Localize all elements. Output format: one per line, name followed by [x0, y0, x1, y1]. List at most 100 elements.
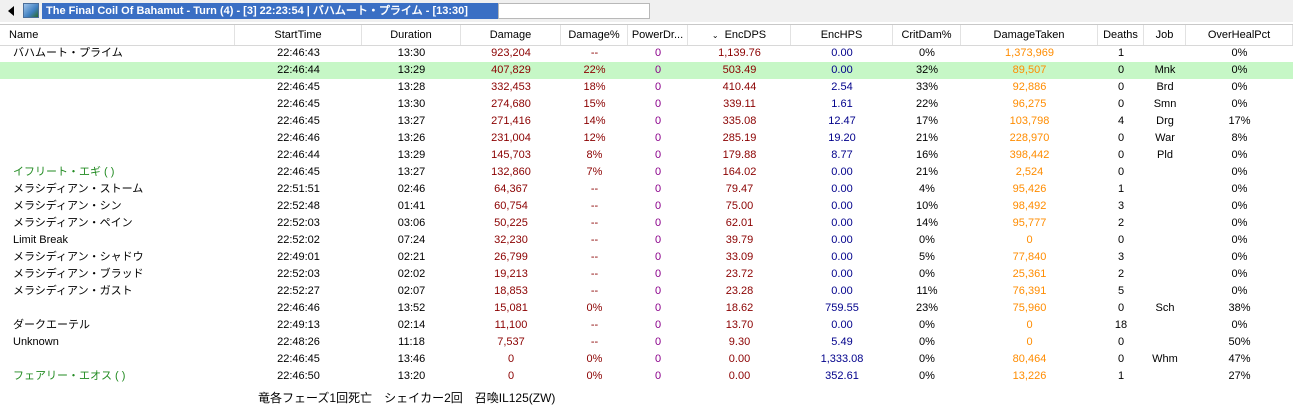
column-header-overheal[interactable]: OverHealPct [1186, 25, 1293, 45]
cell-name [0, 96, 235, 113]
column-header-critdam[interactable]: CritDam% [893, 25, 961, 45]
cell-job [1144, 181, 1186, 198]
cell-job [1144, 164, 1186, 181]
column-header-power[interactable]: PowerDr... [628, 25, 688, 45]
table-row[interactable]: Unknown 22:48:26 11:18 7,537 -- 0 9.30 5.49 0% 0 0… [0, 334, 1293, 351]
table-row[interactable]: メラシディアン・ガスト 22:52:27 02:07 18,853 -- 0 23.28 0.… [0, 283, 1293, 300]
table-row[interactable]: バハムート・プライム 22:46:43 13:30 923,204 -- 0 1,139.7… [0, 45, 1293, 62]
cell-power: 0 [654, 217, 662, 229]
cell-job: Brd [1156, 81, 1174, 93]
table-row[interactable]: 22:46:46 13:52 15,081 0% 0 18.62 759.55 23% 75,9… [0, 300, 1293, 317]
table-row[interactable]: 22:46:44 13:29 145,703 8% 0 179.88 8.77 16% 398,… [0, 147, 1293, 164]
cell-duration: 02:02 [397, 268, 426, 280]
cell-overheal: 0% [1231, 200, 1248, 212]
column-header-damage[interactable]: Damage [461, 25, 561, 45]
cell-critdam: 10% [915, 200, 939, 212]
column-header-taken[interactable]: DamageTaken [961, 25, 1098, 45]
cell-power: 0 [654, 353, 662, 365]
cell-critdam: 0% [919, 353, 935, 365]
cell-damage-pct: 7% [586, 166, 603, 178]
title-input[interactable] [498, 3, 650, 19]
cell-power: 0 [654, 166, 662, 178]
table-row[interactable]: 22:46:45 13:27 271,416 14% 0 335.08 12.47 17% 10… [0, 113, 1293, 130]
cell-overheal: 0% [1231, 268, 1248, 280]
cell-damage: 274,680 [491, 98, 531, 110]
table-row[interactable]: イフリート・エギ ( ) 22:46:45 13:27 132,860 7% 0 164.0… [0, 164, 1293, 181]
cell-taken: 95,777 [1012, 217, 1047, 229]
cell-name: メラシディアン・ストーム [13, 183, 144, 195]
cell-damage-pct: -- [590, 217, 599, 229]
cell-power: 0 [654, 302, 662, 314]
cell-start: 22:46:45 [277, 98, 320, 110]
table-row[interactable]: ダークエーテル 22:49:13 02:14 11,100 -- 0 13.70 0.00 0%… [0, 317, 1293, 334]
table-row[interactable]: メラシディアン・シャドウ 22:49:01 02:21 26,799 -- 0 33.09 0… [0, 249, 1293, 266]
column-header-enchps[interactable]: EncHPS [791, 25, 893, 45]
cell-enchps: 5.49 [831, 336, 853, 348]
cell-encdps: 9.30 [728, 336, 751, 348]
cell-overheal: 0% [1231, 166, 1248, 178]
column-header-deaths[interactable]: Deaths [1098, 25, 1144, 45]
table-row[interactable]: メラシディアン・ペイン 22:52:03 03:06 50,225 -- 0 62.01 0.… [0, 215, 1293, 232]
cell-taken: 75,960 [1012, 302, 1047, 314]
cell-overheal: 0% [1231, 217, 1248, 229]
cell-duration: 03:06 [397, 217, 426, 229]
cell-name: イフリート・エギ ( ) [13, 166, 115, 178]
back-arrow-icon[interactable] [4, 3, 20, 19]
cell-damage: 7,537 [497, 336, 525, 348]
cell-deaths: 1 [1117, 47, 1125, 59]
cell-name [0, 113, 235, 130]
column-header-start[interactable]: StartTime [235, 25, 362, 45]
table-row[interactable]: メラシディアン・シン 22:52:48 01:41 60,754 -- 0 75.00 0.0… [0, 198, 1293, 215]
cell-deaths: 0 [1117, 132, 1125, 144]
cell-taken: 98,492 [1012, 200, 1047, 212]
cell-encdps: 39.79 [725, 234, 754, 246]
cell-enchps: 0.00 [831, 64, 853, 76]
cell-start: 22:48:26 [277, 336, 320, 348]
cell-job [1144, 198, 1186, 215]
cell-deaths: 0 [1117, 64, 1125, 76]
cell-damage-pct: -- [590, 268, 599, 280]
table-row[interactable]: Limit Break 22:52:02 07:24 32,230 -- 0 39.79 0.… [0, 232, 1293, 249]
table-row[interactable]: フェアリー・エオス ( ) 22:46:50 13:20 0 0% 0 0.00 352.61… [0, 368, 1293, 385]
cell-critdam: 14% [915, 217, 939, 229]
cell-overheal: 0% [1231, 64, 1248, 76]
column-header-encdps[interactable]: ⌄ EncDPS [688, 25, 791, 45]
cell-damage-pct: 12% [583, 132, 606, 144]
column-header-damage-pct[interactable]: Damage% [561, 25, 628, 45]
cell-damage-pct: -- [590, 234, 599, 246]
cell-job [1144, 215, 1186, 232]
cell-damage: 60,754 [494, 200, 528, 212]
table-row[interactable]: 22:46:46 13:26 231,004 12% 0 285.19 19.20 21% 22… [0, 130, 1293, 147]
cell-name: バハムート・プライム [13, 47, 123, 59]
cell-start: 22:49:13 [277, 319, 320, 331]
cell-critdam: 0% [919, 370, 935, 382]
table-row[interactable]: メラシディアン・ストーム 22:51:51 02:46 64,367 -- 0 79.47 0… [0, 181, 1293, 198]
cell-taken: 25,361 [1012, 268, 1047, 280]
cell-job: Sch [1155, 302, 1175, 314]
cell-enchps: 0.00 [831, 166, 853, 178]
cell-critdam: 0% [919, 234, 935, 246]
cell-taken: 1,373,969 [1005, 47, 1054, 59]
encounter-image-icon [23, 3, 39, 18]
column-header-name[interactable]: Name [0, 25, 235, 45]
cell-taken: 96,275 [1012, 98, 1047, 110]
encounter-title: The Final Coil Of Bahamut - Turn (4) - [… [42, 3, 498, 19]
cell-enchps: 0.00 [831, 217, 853, 229]
column-header-label: CritDam% [901, 29, 952, 41]
cell-overheal: 0% [1231, 285, 1248, 297]
cell-damage-pct: 0% [586, 353, 603, 365]
column-header-label: Damage% [568, 29, 620, 41]
table-row[interactable]: 22:46:44 13:29 407,829 22% 0 503.49 0.00 32% 89,… [0, 62, 1293, 79]
table-row[interactable]: 22:46:45 13:28 332,453 18% 0 410.44 2.54 33% 92,… [0, 79, 1293, 96]
cell-job [1144, 266, 1186, 283]
table-row[interactable]: 22:46:45 13:30 274,680 15% 0 339.11 1.61 22% 96,… [0, 96, 1293, 113]
cell-critdam: 21% [915, 166, 939, 178]
cell-critdam: 33% [915, 81, 939, 93]
table-row[interactable]: メラシディアン・ブラッド 22:52:03 02:02 19,213 -- 0 23.72 0… [0, 266, 1293, 283]
table-row[interactable]: 22:46:45 13:46 0 0% 0 0.00 1,333.08 0% 80,464 0 Wh… [0, 351, 1293, 368]
cell-taken: 103,798 [1009, 115, 1050, 127]
cell-deaths: 1 [1117, 370, 1125, 382]
cell-taken: 0 [1026, 234, 1033, 246]
column-header-job[interactable]: Job [1144, 25, 1186, 45]
column-header-duration[interactable]: Duration [362, 25, 461, 45]
